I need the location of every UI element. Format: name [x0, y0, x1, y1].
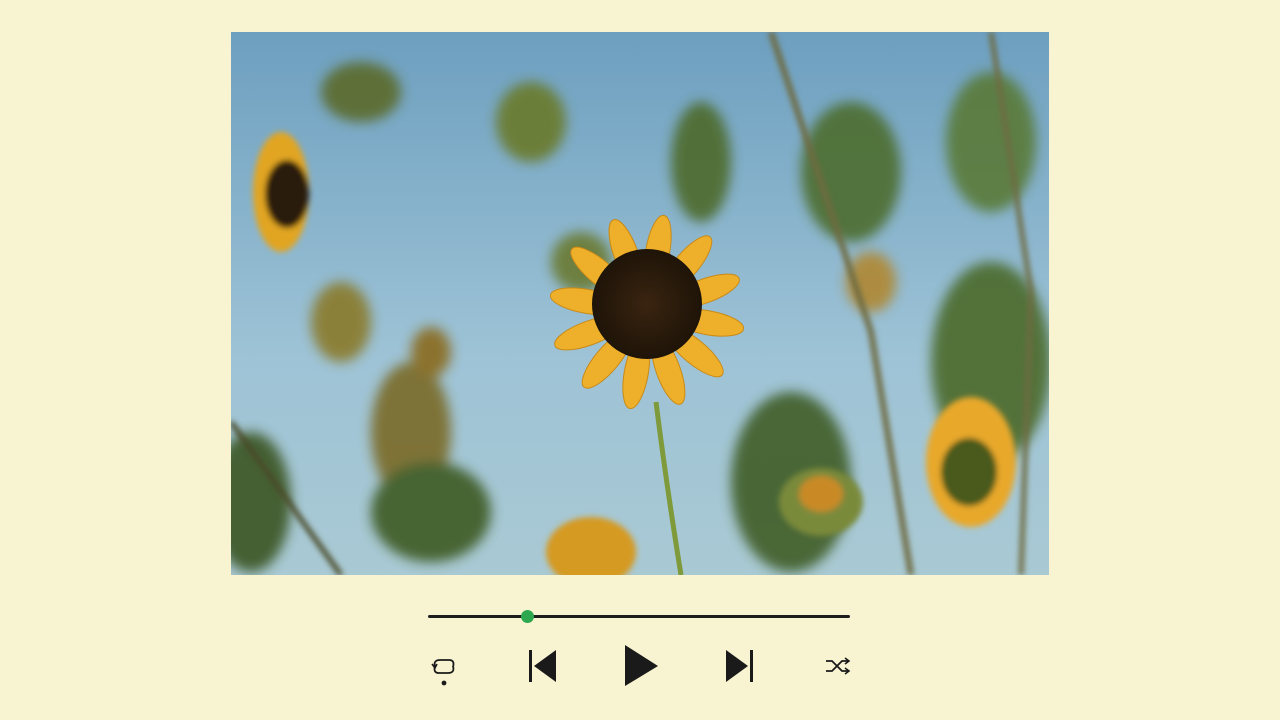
album-artwork	[231, 32, 1049, 575]
shuffle-icon	[826, 657, 851, 675]
progress-slider[interactable]	[428, 607, 850, 627]
previous-button[interactable]	[522, 644, 562, 688]
repeat-button[interactable]	[428, 650, 460, 690]
next-button[interactable]	[720, 644, 760, 688]
play-icon	[625, 645, 658, 686]
shuffle-button[interactable]	[822, 650, 854, 682]
skip-previous-icon	[529, 650, 556, 682]
skip-next-icon	[726, 650, 753, 682]
progress-thumb[interactable]	[521, 610, 535, 623]
repeat-one-icon	[431, 659, 455, 686]
sunflower-artwork-image	[231, 32, 1049, 575]
play-button[interactable]	[618, 640, 664, 692]
progress-track	[428, 615, 850, 618]
